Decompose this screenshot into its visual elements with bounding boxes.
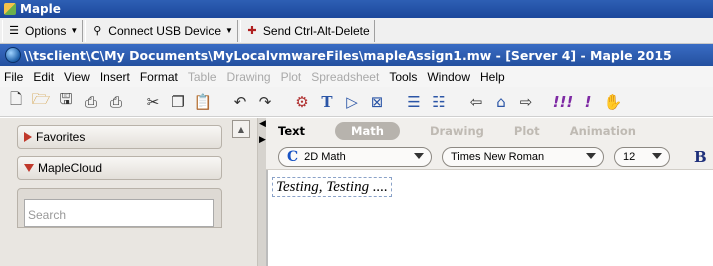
menu-drawing[interactable]: Drawing — [227, 70, 271, 84]
remote-toolbar: ☰ Options ▼ ⚲ Connect USB Device ▼ ✚ Sen… — [0, 18, 713, 44]
menu-window[interactable]: Window — [427, 70, 470, 84]
menu-edit[interactable]: Edit — [33, 70, 54, 84]
chevron-down-icon: ▼ — [225, 26, 233, 35]
connect-usb-label: Connect USB Device — [108, 23, 221, 38]
maple-window-title: \\tsclient\C\My Documents\MyLocalvmwareF… — [24, 47, 672, 63]
document-area: Text Math Drawing Plot Animation C 2D Ma… — [266, 118, 713, 266]
print-preview-icon[interactable]: ⎙ — [106, 92, 126, 112]
copy-icon[interactable]: ❐ — [168, 92, 188, 112]
menu-tools[interactable]: Tools — [389, 70, 417, 84]
menu-insert[interactable]: Insert — [100, 70, 130, 84]
math-text-icon[interactable]: ⚙ — [292, 92, 312, 112]
menu-table[interactable]: Table — [188, 70, 217, 84]
mode-plot[interactable]: Plot — [514, 124, 540, 138]
print-icon[interactable]: ⎙ — [81, 92, 101, 112]
favorites-label: Favorites — [36, 130, 86, 144]
back-icon[interactable]: ⇦ — [466, 92, 486, 112]
options-button[interactable]: ☰ Options ▼ — [2, 19, 84, 42]
triangle-right-icon — [24, 132, 32, 142]
screen: Maple ☰ Options ▼ ⚲ Connect USB Device ▼… — [0, 0, 713, 266]
redo-icon[interactable]: ↷ — [255, 92, 275, 112]
outer-window-title: Maple — [20, 2, 61, 16]
scroll-up-icon[interactable]: ▲ — [232, 120, 250, 138]
math-input[interactable]: Testing, Testing .... — [272, 177, 392, 197]
maple-logo-icon — [5, 47, 21, 63]
document-margin — [266, 170, 268, 266]
favorites-palette[interactable]: Favorites — [17, 125, 222, 149]
outer-title-bar: Maple — [0, 0, 713, 18]
hamburger-icon: ☰ — [9, 25, 19, 37]
bold-button[interactable]: B — [694, 148, 707, 166]
menu-file[interactable]: File — [4, 70, 23, 84]
send-cad-label: Send Ctrl-Alt-Delete — [262, 23, 370, 38]
chevron-down-icon — [652, 153, 662, 159]
mode-math[interactable]: Math — [335, 122, 400, 140]
main-toolbar: 🗋 🗁 🖫 ⎙ ⎙ ✂ ❐ 📋 ↶ ↷ ⚙ T ▷ ⊠ ☰ ☷ ⇦ ⌂ ⇨ !!… — [0, 87, 713, 117]
font-value: Times New Roman — [451, 151, 545, 163]
font-select[interactable]: Times New Roman — [442, 147, 604, 167]
triangle-down-icon — [24, 164, 34, 172]
chevron-down-icon — [586, 153, 596, 159]
new-document-icon[interactable]: 🗋 — [6, 90, 26, 112]
options-label: Options — [25, 23, 67, 38]
menu-help[interactable]: Help — [480, 70, 505, 84]
usb-icon: ⚲ — [93, 25, 102, 37]
collapse-section-icon[interactable]: ☷ — [429, 92, 449, 112]
collapse-left-icon[interactable]: ◀ — [259, 120, 266, 129]
execute-all-icon[interactable]: !!! — [553, 92, 574, 112]
mode-drawing[interactable]: Drawing — [430, 124, 484, 138]
palette-scrollbar[interactable]: ▲ — [232, 118, 250, 266]
expand-section-icon[interactable]: ☰ — [404, 92, 424, 112]
open-icon[interactable]: 🗁 — [31, 90, 51, 112]
font-size-value: 12 — [623, 151, 636, 163]
maple-title-bar: \\tsclient\C\My Documents\MyLocalvmwareF… — [0, 44, 713, 66]
expand-right-icon[interactable]: ▶ — [259, 136, 266, 145]
menu-spreadsheet[interactable]: Spreadsheet — [311, 70, 379, 84]
chevron-down-icon: ▼ — [70, 26, 79, 35]
interrupt-icon[interactable]: ✋ — [603, 92, 623, 112]
math-c-icon: C — [287, 149, 299, 165]
maplecloud-label: MapleCloud — [38, 161, 103, 175]
maplecloud-palette[interactable]: MapleCloud — [17, 156, 222, 180]
font-size-select[interactable]: 12 — [614, 147, 670, 167]
menubar: File Edit View Insert Format Table Drawi… — [0, 66, 713, 87]
execution-group-icon[interactable]: ▷ — [342, 92, 362, 112]
format-bar: C 2D Math Times New Roman 12 B — [266, 144, 713, 170]
mode-text[interactable]: Text — [278, 124, 305, 138]
text-mode-icon[interactable]: T — [317, 92, 337, 112]
paste-icon[interactable]: 📋 — [193, 92, 213, 112]
connect-usb-button[interactable]: ⚲ Connect USB Device ▼ — [85, 19, 238, 42]
chevron-down-icon — [414, 153, 424, 159]
save-icon[interactable]: 🖫 — [56, 90, 76, 112]
send-ctrl-alt-delete-button[interactable]: ✚ Send Ctrl-Alt-Delete — [239, 19, 375, 42]
mode-animation[interactable]: Animation — [570, 124, 636, 138]
execute-icon[interactable]: ! — [578, 92, 598, 112]
undo-icon[interactable]: ↶ — [230, 92, 250, 112]
menu-format[interactable]: Format — [140, 70, 178, 84]
math-style-select[interactable]: C 2D Math — [278, 147, 432, 167]
menu-view[interactable]: View — [64, 70, 90, 84]
home-icon[interactable]: ⌂ — [491, 92, 511, 112]
panel-splitter[interactable]: ◀ ▶ — [258, 118, 266, 266]
palette-panel: Favorites MapleCloud Search — [0, 118, 258, 266]
maplecloud-body: Search — [17, 188, 222, 228]
math-style-value: 2D Math — [304, 151, 346, 163]
app-icon — [4, 3, 16, 15]
menu-plot[interactable]: Plot — [281, 70, 302, 84]
search-input[interactable]: Search — [24, 199, 214, 227]
sum-icon[interactable]: ⊠ — [367, 92, 387, 112]
forward-icon[interactable]: ⇨ — [516, 92, 536, 112]
network-icon: ✚ — [247, 25, 257, 37]
cut-icon[interactable]: ✂ — [143, 92, 163, 112]
mode-bar: Text Math Drawing Plot Animation — [266, 118, 713, 144]
